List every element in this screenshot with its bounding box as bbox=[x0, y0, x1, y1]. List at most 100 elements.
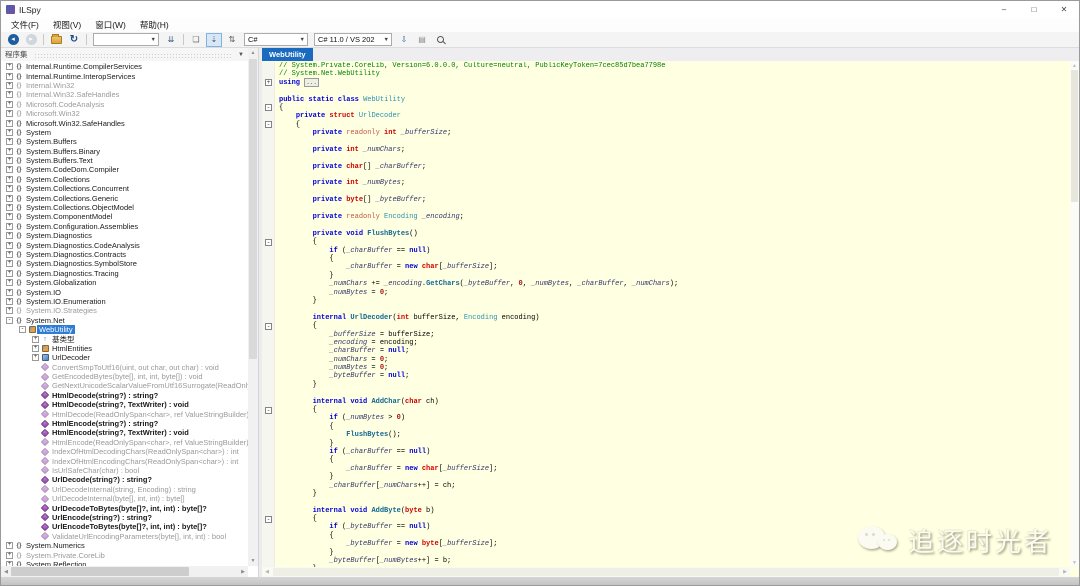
scroll-thumb[interactable] bbox=[249, 59, 257, 359]
tree-item[interactable]: ConvertSmpToUtf16(uint, out char, out ch… bbox=[1, 363, 258, 372]
scroll-thumb[interactable] bbox=[1071, 70, 1078, 202]
fold-marker-icon[interactable]: - bbox=[265, 104, 272, 111]
tree-item[interactable]: +{}System.IO.Strategies bbox=[1, 306, 258, 315]
tree-item[interactable]: HtmlDecode(string?) : string? bbox=[1, 391, 258, 400]
tree-item[interactable]: HtmlEncode(string?) : string? bbox=[1, 419, 258, 428]
tree-item[interactable]: +{}System.Globalization bbox=[1, 278, 258, 287]
expander-icon[interactable]: + bbox=[6, 110, 13, 117]
expander-icon[interactable]: + bbox=[6, 120, 13, 127]
fold-marker-icon[interactable]: + bbox=[265, 79, 272, 86]
menu-item-3[interactable]: 帮助(H) bbox=[133, 18, 176, 32]
tree-item[interactable]: +{}System.Buffers.Binary bbox=[1, 147, 258, 156]
minimize-button[interactable]: – bbox=[989, 1, 1019, 18]
tree-item[interactable]: +{}System.IO bbox=[1, 287, 258, 296]
tree-item[interactable]: +{}System.Collections.ObjectModel bbox=[1, 203, 258, 212]
tree-item[interactable]: IndexOfHtmlEncodingChars(ReadOnlySpan<ch… bbox=[1, 456, 258, 465]
expander-icon[interactable]: + bbox=[32, 354, 39, 361]
combo-dropdown-icon[interactable]: ▼ bbox=[300, 37, 305, 43]
back-button[interactable] bbox=[5, 33, 21, 47]
tree-item[interactable]: +HtmlEntities bbox=[1, 344, 258, 353]
tree-item[interactable]: GetEncodedBytes(byte[], int, int, byte[]… bbox=[1, 372, 258, 381]
fold-marker-icon[interactable]: - bbox=[265, 121, 272, 128]
expand-collapse-button[interactable] bbox=[224, 33, 240, 47]
tree-item[interactable]: UrlDecodeToBytes(byte[]?, int, int) : by… bbox=[1, 503, 258, 512]
sort-assemblies-button[interactable] bbox=[163, 33, 179, 47]
language-version-select[interactable]: C# 11.0 / VS 202▼ bbox=[314, 33, 392, 46]
expander-icon[interactable]: + bbox=[6, 91, 13, 98]
scroll-left-arrow[interactable]: ◀ bbox=[262, 569, 272, 575]
expander-icon[interactable]: + bbox=[32, 336, 39, 343]
menu-item-0[interactable]: 文件(F) bbox=[4, 18, 46, 32]
expander-icon[interactable]: + bbox=[6, 129, 13, 136]
code-horizontal-scrollbar[interactable]: ◀ ▶ bbox=[262, 567, 1070, 577]
scroll-thumb[interactable] bbox=[11, 567, 189, 576]
panel-menu-chevron-icon[interactable]: ▼ bbox=[238, 52, 244, 58]
tree-item[interactable]: UrlEncode(string?) : string? bbox=[1, 513, 258, 522]
tree-item[interactable]: +{}Internal.Win32.SafeHandles bbox=[1, 90, 258, 99]
expander-icon[interactable]: + bbox=[6, 213, 13, 220]
tree-item[interactable]: +{}System.Diagnostics.SymbolStore bbox=[1, 259, 258, 268]
combo-dropdown-icon[interactable]: ▼ bbox=[384, 37, 389, 43]
tree-item[interactable]: +{}System.Collections.Concurrent bbox=[1, 184, 258, 193]
tree-item[interactable]: +{}System.Diagnostics.CodeAnalysis bbox=[1, 240, 258, 249]
expander-icon[interactable]: + bbox=[6, 73, 13, 80]
tree-item[interactable]: -{}System.Net bbox=[1, 316, 258, 325]
expander-icon[interactable]: + bbox=[6, 260, 13, 267]
expander-icon[interactable]: + bbox=[6, 176, 13, 183]
tree-item[interactable]: UrlDecode(string?) : string? bbox=[1, 475, 258, 484]
expander-icon[interactable]: + bbox=[6, 232, 13, 239]
expander-icon[interactable]: + bbox=[6, 552, 13, 559]
tree-item[interactable]: HtmlDecode(string?, TextWriter) : void bbox=[1, 400, 258, 409]
tree-item[interactable]: +{}System.Diagnostics.Contracts bbox=[1, 250, 258, 259]
tree-item[interactable]: +{}Internal.Win32 bbox=[1, 81, 258, 90]
menu-item-2[interactable]: 窗口(W) bbox=[88, 18, 133, 32]
expander-icon[interactable]: + bbox=[6, 101, 13, 108]
tree-item[interactable]: +{}System.Buffers bbox=[1, 137, 258, 146]
expander-icon[interactable]: + bbox=[6, 242, 13, 249]
scroll-down-arrow[interactable]: ▼ bbox=[1072, 558, 1077, 567]
expander-icon[interactable]: + bbox=[6, 298, 13, 305]
tree-item[interactable]: IsUrlSafeChar(char) : bool bbox=[1, 466, 258, 475]
scroll-up-arrow[interactable]: ▲ bbox=[248, 48, 258, 58]
tree-item[interactable]: UrlDecodeInternal(byte[], int, int) : by… bbox=[1, 494, 258, 503]
expander-icon[interactable]: + bbox=[6, 270, 13, 277]
refresh-button[interactable] bbox=[66, 33, 82, 47]
tree-item[interactable]: +{}System.Collections bbox=[1, 175, 258, 184]
options-button[interactable] bbox=[414, 33, 430, 47]
expander-icon[interactable]: + bbox=[6, 223, 13, 230]
code-view[interactable]: // System.Private.CoreLib, Version=6.0.0… bbox=[262, 61, 1079, 577]
scroll-left-arrow[interactable]: ◀ bbox=[1, 569, 11, 575]
expander-icon[interactable]: + bbox=[6, 82, 13, 89]
tree-item[interactable]: +{}Microsoft.Win32 bbox=[1, 109, 258, 118]
tree-item[interactable]: +{}System.Diagnostics bbox=[1, 231, 258, 240]
combo-dropdown-icon[interactable]: ▼ bbox=[151, 37, 156, 43]
dock-toggle-button[interactable] bbox=[206, 33, 222, 47]
tree-vertical-scrollbar[interactable]: ▲ ▼ bbox=[248, 48, 258, 566]
tree-item[interactable]: UrlEncodeToBytes(byte[]?, int, int) : by… bbox=[1, 522, 258, 531]
menu-item-1[interactable]: 视图(V) bbox=[46, 18, 88, 32]
tree-item[interactable]: +{}System.Private.CoreLib bbox=[1, 550, 258, 559]
tree-item[interactable]: +{}System.Diagnostics.Tracing bbox=[1, 269, 258, 278]
tree-item[interactable]: +{}System.Buffers.Text bbox=[1, 156, 258, 165]
fold-marker-icon[interactable]: - bbox=[265, 239, 272, 246]
tree-item[interactable]: -WebUtility bbox=[1, 325, 258, 334]
expander-icon[interactable]: + bbox=[6, 166, 13, 173]
tree-item[interactable]: HtmlEncode(ReadOnlySpan<char>, ref Value… bbox=[1, 438, 258, 447]
tree-item[interactable]: +{}System.Numerics bbox=[1, 541, 258, 550]
sort-members-button[interactable] bbox=[396, 33, 412, 47]
expander-icon[interactable]: + bbox=[6, 138, 13, 145]
assemblies-tree[interactable]: +{}Internal.Runtime.CompilerServices+{}I… bbox=[1, 61, 258, 577]
expander-icon[interactable]: + bbox=[6, 251, 13, 258]
tree-item[interactable]: IndexOfHtmlDecodingChars(ReadOnlySpan<ch… bbox=[1, 447, 258, 456]
cascade-windows-button[interactable] bbox=[188, 33, 204, 47]
expander-icon[interactable]: + bbox=[32, 345, 39, 352]
forward-button[interactable] bbox=[23, 33, 39, 47]
tab-webutility[interactable]: WebUtility bbox=[262, 48, 313, 61]
tree-item[interactable]: ValidateUrlEncodingParameters(byte[], in… bbox=[1, 532, 258, 541]
maximize-button[interactable]: □ bbox=[1019, 1, 1049, 18]
tree-item[interactable]: +{}Internal.Runtime.InteropServices bbox=[1, 71, 258, 80]
tree-item[interactable]: +{}System.ComponentModel bbox=[1, 212, 258, 221]
expander-icon[interactable]: + bbox=[6, 63, 13, 70]
expander-icon[interactable]: + bbox=[6, 279, 13, 286]
expander-icon[interactable]: + bbox=[6, 157, 13, 164]
